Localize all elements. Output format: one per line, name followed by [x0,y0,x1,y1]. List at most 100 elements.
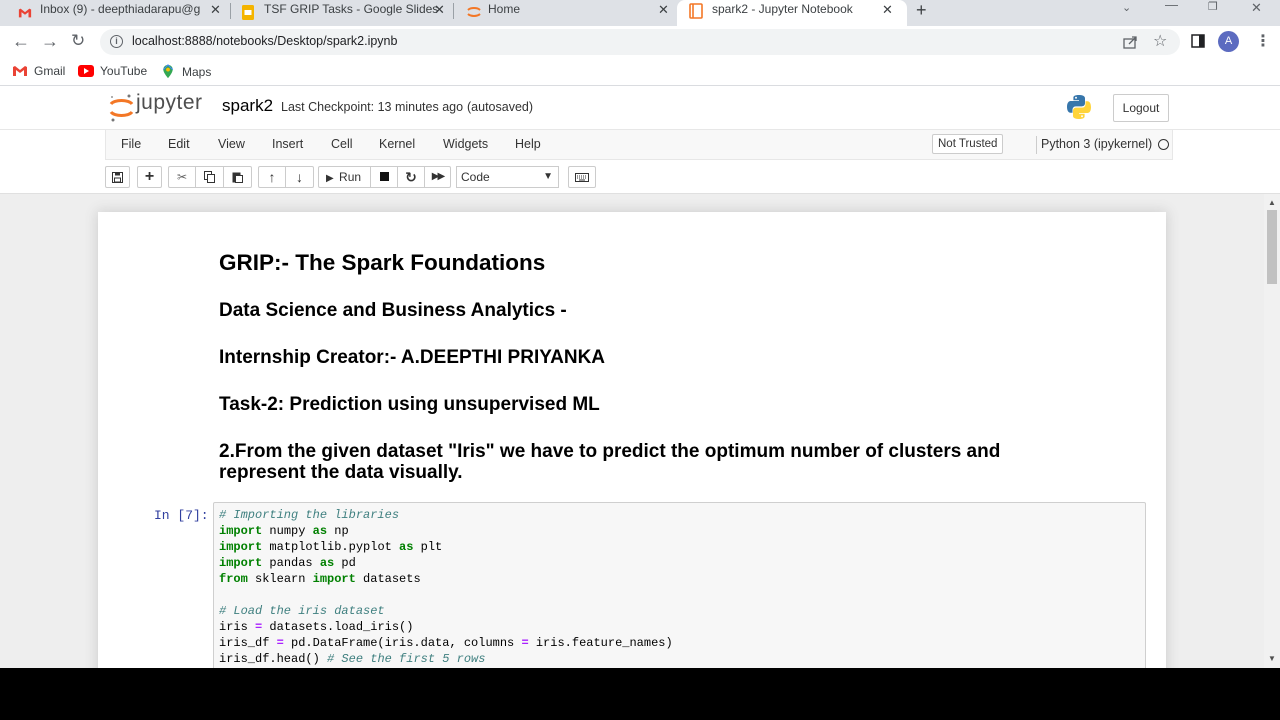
arrow-up-icon: ↑ [268,169,276,185]
menu-kernel[interactable]: Kernel [379,137,415,151]
back-icon[interactable]: ← [12,32,30,50]
minimize-icon[interactable]: — [1165,0,1178,12]
tab-search-icon[interactable]: ⌄ [1122,1,1131,14]
menu-file[interactable]: File [121,137,141,151]
restart-kernel-button[interactable]: ↻ [398,166,425,188]
paste-button[interactable] [224,166,252,188]
close-icon[interactable]: ✕ [210,2,221,18]
new-tab-button[interactable]: + [916,0,927,21]
python-logo-icon [1067,95,1091,119]
notebook-container: GRIP:- The Spark Foundations Data Scienc… [0,194,1264,668]
scroll-down-icon[interactable]: ▼ [1268,654,1276,663]
kernel-idle-indicator-icon [1158,139,1169,150]
avatar[interactable]: A [1218,31,1239,52]
tab-title: Home [488,2,521,16]
jupyter-icon [467,7,481,17]
menu-view[interactable]: View [218,137,245,151]
code-line: import [219,524,263,538]
run-button[interactable]: ▶ Run [318,166,371,188]
copy-icon [204,171,215,183]
window-close-icon[interactable]: ✕ [1251,0,1262,16]
bookmark-label: Maps [182,65,212,79]
menu-cell[interactable]: Cell [331,137,353,151]
browser-window: Inbox (9) - deepthiadarapu@gm ✕ TSF GRIP… [0,0,1280,668]
forward-icon[interactable]: → [41,32,59,50]
restore-icon[interactable]: ❐ [1208,0,1218,13]
more-menu-icon[interactable]: ⋮ [1255,31,1271,51]
tab-google-slides[interactable]: TSF GRIP Tasks - Google Slides ✕ [231,0,453,26]
insert-cell-button[interactable]: + [137,166,162,188]
markdown-heading-creator[interactable]: Internship Creator:- A.DEEPTHI PRIYANKA [219,347,605,369]
share-icon[interactable] [1123,35,1138,49]
arrow-down-icon: ↓ [296,169,303,185]
address-bar[interactable]: i localhost:8888/notebooks/Desktop/spark… [100,29,1180,55]
address-toolbar: ← → ↻ i localhost:8888/notebooks/Desktop… [0,26,1280,58]
bookmark-label: YouTube [100,64,148,78]
tab-title: Inbox (9) - deepthiadarapu@gm [40,2,200,16]
cell-type-value: Code [461,170,490,184]
tab-title: spark2 - Jupyter Notebook [712,2,853,16]
code-line: # Load the iris dataset [219,604,385,618]
menu-edit[interactable]: Edit [168,137,190,151]
bookmark-maps[interactable]: Maps [160,64,211,79]
side-panel-icon[interactable] [1191,34,1205,48]
scroll-up-icon[interactable]: ▲ [1268,198,1276,207]
tab-spark2-notebook[interactable]: spark2 - Jupyter Notebook ✕ [677,0,907,26]
bookmark-gmail[interactable]: Gmail [12,64,65,78]
trust-status-button[interactable]: Not Trusted [932,134,1004,154]
bookmark-star-icon[interactable]: ☆ [1153,31,1167,51]
restart-run-all-button[interactable]: ▶▶ [425,166,451,188]
bookmark-youtube[interactable]: YouTube [78,64,147,78]
notebook-menubar: File Edit View Insert Cell Kernel Widget… [105,130,1173,160]
cell-prompt: In [7]: [154,508,209,523]
code-line: import [219,556,263,570]
save-button[interactable] [105,166,130,188]
cell-type-select[interactable]: Code ▼ [456,166,559,188]
code-text[interactable]: # Importing the libraries import numpy a… [219,507,673,667]
scrollbar[interactable]: ▲ ▼ [1264,194,1280,668]
code-cell-editor[interactable]: # Importing the libraries import numpy a… [213,502,1146,668]
kernel-name[interactable]: Python 3 (ipykernel) [1041,137,1152,151]
plus-icon: + [144,168,155,185]
tab-gmail[interactable]: Inbox (9) - deepthiadarapu@gm ✕ [0,0,230,26]
site-info-icon[interactable]: i [110,35,123,48]
tab-home[interactable]: Home ✕ [454,0,676,26]
youtube-icon [78,65,94,77]
bookmarks-bar: Gmail YouTube Maps [0,58,1280,86]
logout-button[interactable]: Logout [1113,94,1169,122]
menu-insert[interactable]: Insert [272,137,303,151]
save-icon [112,172,123,183]
markdown-heading-description-line2[interactable]: represent the data visually. [219,462,463,484]
cut-button[interactable]: ✂ [168,166,196,188]
menu-widgets[interactable]: Widgets [443,137,488,151]
bookmark-label: Gmail [34,64,66,78]
markdown-heading-description-line1[interactable]: 2.From the given dataset "Iris" we have … [219,441,1000,463]
maps-icon [162,64,174,79]
copy-button[interactable] [196,166,224,188]
tab-title: TSF GRIP Tasks - Google Slides [264,2,439,16]
scrollbar-thumb[interactable] [1267,210,1277,284]
markdown-heading-subtitle[interactable]: Data Science and Business Analytics - [219,300,567,322]
command-palette-button[interactable] [568,166,596,188]
interrupt-kernel-button[interactable] [371,166,398,188]
move-up-button[interactable]: ↑ [258,166,286,188]
markdown-heading-title[interactable]: GRIP:- The Spark Foundations [219,250,545,276]
move-down-button[interactable]: ↓ [286,166,314,188]
play-icon: ▶ [326,173,334,184]
close-icon[interactable]: ✕ [434,2,445,18]
google-slides-icon [242,5,254,20]
close-icon[interactable]: ✕ [882,2,893,18]
divider [1036,136,1037,154]
checkpoint-status: Last Checkpoint: 13 minutes ago [281,100,464,114]
markdown-heading-task[interactable]: Task-2: Prediction using unsupervised ML [219,394,600,416]
menu-help[interactable]: Help [515,137,541,151]
chevron-down-icon: ▼ [543,171,553,182]
gmail-icon [13,66,27,76]
jupyter-notebook-icon [689,3,703,19]
code-line: import [219,540,263,554]
reload-icon[interactable]: ↻ [71,32,85,50]
notebook-name[interactable]: spark2 [222,96,273,116]
jupyter-wordmark[interactable]: jupyter [136,91,203,115]
url-text[interactable]: localhost:8888/notebooks/Desktop/spark2.… [132,34,397,48]
close-icon[interactable]: ✕ [658,2,669,18]
